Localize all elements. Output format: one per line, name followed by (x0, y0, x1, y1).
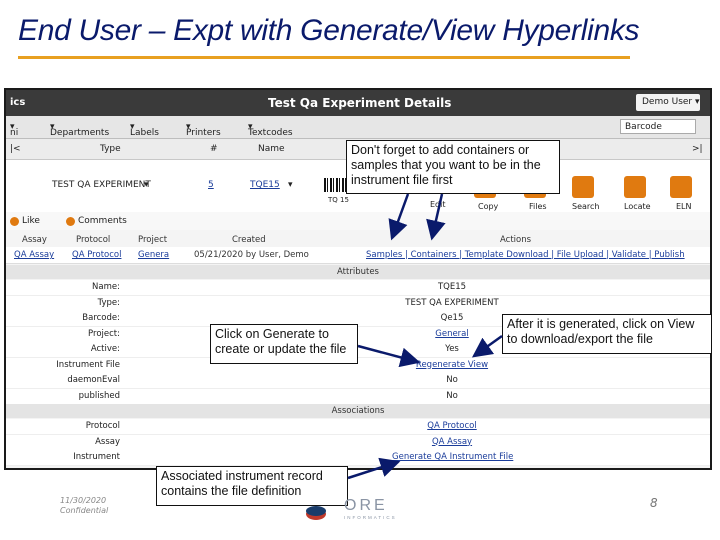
row-num-link[interactable]: 5 (208, 180, 214, 190)
association-row: Assay QA Assay (6, 434, 710, 451)
slide-title: End User – Expt with Generate/View Hyper… (18, 14, 640, 47)
row-type: TEST QA EXPERIMENT (52, 180, 151, 190)
project-link[interactable]: Genera (138, 250, 169, 260)
attribute-label: Project: (88, 328, 120, 339)
association-label: Instrument (73, 452, 120, 462)
associations-header: Associations (6, 404, 710, 418)
attribute-row: daemonEval No (6, 373, 710, 389)
attribute-label: Barcode: (82, 313, 120, 323)
user-menu-label: Demo User (642, 97, 693, 107)
page-number: 8 (650, 496, 658, 510)
info-header: Assay Protocol Project Created Actions (6, 232, 710, 247)
page-title: Test Qa Experiment Details (268, 96, 452, 110)
user-menu-button[interactable]: Demo User ▾ (636, 94, 700, 111)
attribute-value: TQE15 (437, 282, 467, 292)
attribute-row: Instrument File Regenerate View (6, 357, 710, 374)
menu-item-first[interactable]: ni ▾ (10, 122, 18, 138)
attribute-value: Qe15 (440, 313, 464, 323)
column-type: Type (100, 144, 121, 154)
attribute-label: Type: (97, 297, 120, 308)
tool-label-files: Files (529, 202, 547, 211)
info-header-created: Created (232, 235, 266, 245)
app-header: ics Test Qa Experiment Details Demo User… (6, 90, 710, 116)
footer-date-block: 11/30/2020 Confidential (60, 496, 108, 516)
association-row: Protocol QA Protocol (6, 419, 710, 435)
app-brand: ics (10, 97, 26, 108)
type-dropdown-icon[interactable]: ▾ (144, 180, 149, 190)
first-page-icon[interactable]: |< (10, 144, 21, 154)
attribute-label: daemonEval (67, 375, 120, 385)
menu-item-textcodes[interactable]: Textcodes ▾ (248, 122, 293, 138)
association-value[interactable]: QA Protocol (392, 421, 512, 431)
callout-containers: Don't forget to add containers or sample… (346, 140, 560, 194)
logo-subtext: INFORMATICS (344, 515, 397, 520)
row-name-link[interactable]: TQE15 (250, 180, 280, 190)
info-header-project: Project (138, 235, 168, 245)
tool-label-eln: ELN (676, 202, 692, 211)
comment-icon[interactable] (66, 217, 75, 226)
menu-item-departments[interactable]: Departments ▾ (50, 122, 109, 138)
attribute-value: No (446, 375, 458, 385)
attribute-row: Name: TQE15 (6, 280, 710, 296)
menu-item-labels[interactable]: Labels ▾ (130, 122, 159, 138)
attribute-row: published No (6, 388, 710, 405)
actions-links[interactable]: Samples | Containers | Template Download… (366, 250, 685, 260)
social-bar: Like Comments (6, 212, 710, 230)
info-row: QA Assay QA Protocol Genera 05/21/2020 b… (6, 247, 710, 264)
title-underline (18, 56, 630, 59)
association-label: Protocol (85, 421, 120, 431)
protocol-link[interactable]: QA Protocol (72, 250, 121, 260)
menu-bar: ni ▾ Departments ▾ Labels ▾ Printers ▾ T… (6, 116, 710, 139)
name-dropdown-icon[interactable]: ▾ (288, 180, 293, 190)
association-label: Assay (95, 436, 120, 447)
tool-label-edit: Edit (430, 200, 446, 209)
created-value: 05/21/2020 by User, Demo (194, 250, 309, 260)
like-icon[interactable] (10, 217, 19, 226)
assay-link[interactable]: QA Assay (14, 250, 54, 260)
company-logo: ORE INFORMATICS (304, 492, 424, 522)
like-label[interactable]: Like (22, 216, 40, 226)
tool-label-copy: Copy (478, 202, 499, 211)
attribute-label: Instrument File (56, 359, 120, 370)
callout-generate: Click on Generate to create or update th… (210, 324, 358, 364)
tool-label-locate: Locate (624, 202, 651, 211)
footer-confidential: Confidential (60, 506, 109, 515)
attribute-label: Name: (92, 282, 120, 292)
association-row: Instrument Generate QA Instrument File (6, 450, 710, 466)
footer-date: 11/30/2020 (60, 496, 107, 505)
attribute-value: No (446, 390, 458, 401)
attribute-label: Active: (90, 344, 120, 354)
column-name: Name (258, 144, 285, 154)
info-header-protocol: Protocol (76, 235, 111, 245)
attribute-row: Type: TEST QA EXPERIMENT (6, 295, 710, 312)
menu-item-printers[interactable]: Printers ▾ (186, 122, 221, 138)
column-num: # (210, 144, 218, 154)
attribute-value: Yes (445, 344, 459, 354)
association-value[interactable]: QA Assay (392, 437, 512, 447)
barcode-input[interactable]: Barcode (620, 119, 696, 134)
association-value[interactable]: Generate QA Instrument File (392, 452, 513, 462)
callout-view: After it is generated, click on View to … (502, 314, 712, 354)
attributes-header: Attributes (6, 265, 710, 279)
barcode-text: TQ 15 (328, 196, 349, 204)
info-header-actions: Actions (500, 235, 532, 245)
info-header-assay: Assay (22, 235, 47, 245)
comment-label[interactable]: Comments (78, 216, 127, 226)
search-icon[interactable] (572, 176, 594, 198)
locate-icon[interactable] (624, 176, 646, 198)
eln-icon[interactable] (670, 176, 692, 198)
attribute-label: published (78, 390, 120, 401)
logo-text: ORE (344, 497, 388, 514)
attribute-value: TEST QA EXPERIMENT (405, 297, 499, 308)
last-page-icon[interactable]: >| (692, 144, 703, 154)
attribute-value[interactable]: Regenerate View (392, 360, 512, 370)
attribute-value[interactable]: General (392, 329, 512, 339)
tool-label-search: Search (572, 202, 600, 211)
